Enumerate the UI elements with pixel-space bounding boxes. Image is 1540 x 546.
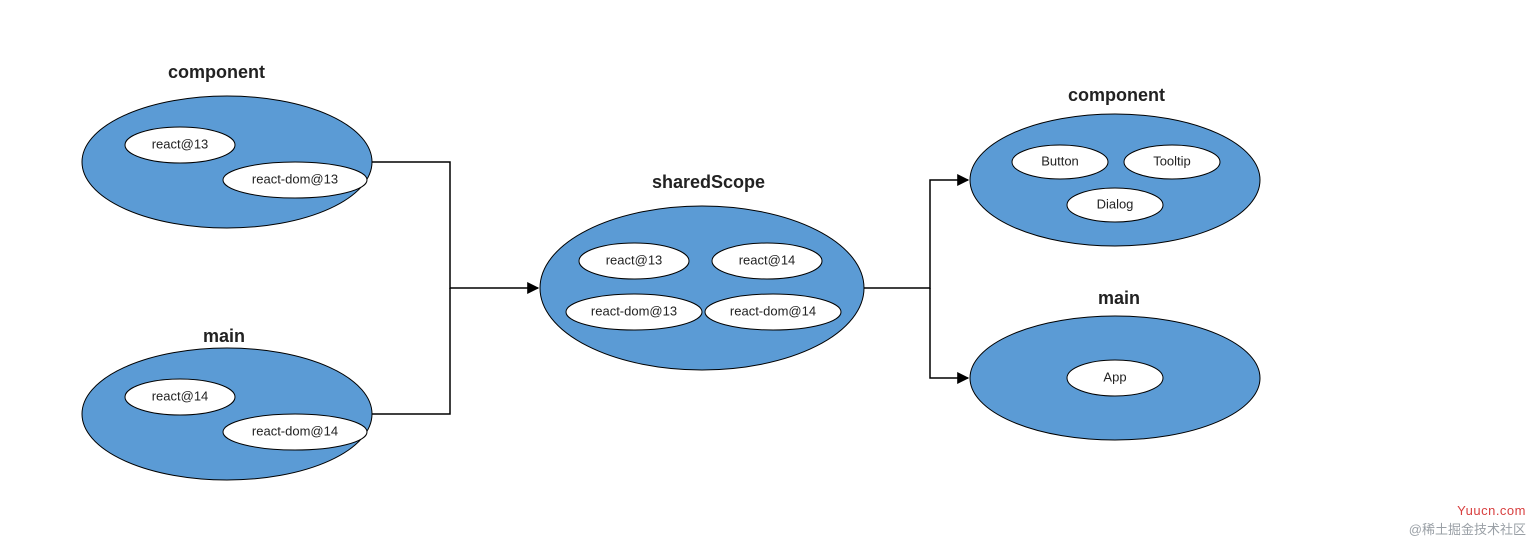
pill-tooltip-text: Tooltip <box>1153 153 1191 168</box>
pill-c-react14-text: react@14 <box>739 252 796 267</box>
left-main-ellipse <box>82 348 372 480</box>
pill-c-reactdom14-text: react-dom@14 <box>730 303 816 318</box>
pill-reactdom13-text: react-dom@13 <box>252 171 338 186</box>
arrow-center-to-right-component <box>864 180 968 288</box>
left-component-ellipse <box>82 96 372 228</box>
center-ellipse <box>540 206 864 370</box>
arrow-left-main-to-center <box>372 288 450 414</box>
pill-reactdom14-text: react-dom@14 <box>252 423 338 438</box>
pill-c-react13-text: react@13 <box>606 252 663 267</box>
pill-c-reactdom13-text: react-dom@13 <box>591 303 677 318</box>
diagram-svg: react@13 react-dom@13 react@14 react-dom… <box>0 0 1540 546</box>
arrow-center-to-right-main <box>930 288 968 378</box>
pill-react13-text: react@13 <box>152 136 209 151</box>
pill-button-text: Button <box>1041 153 1079 168</box>
right-component-ellipse <box>970 114 1260 246</box>
pill-dialog-text: Dialog <box>1097 196 1134 211</box>
arrow-left-component-to-center <box>372 162 538 288</box>
pill-react14-text: react@14 <box>152 388 209 403</box>
pill-app-text: App <box>1103 369 1126 384</box>
